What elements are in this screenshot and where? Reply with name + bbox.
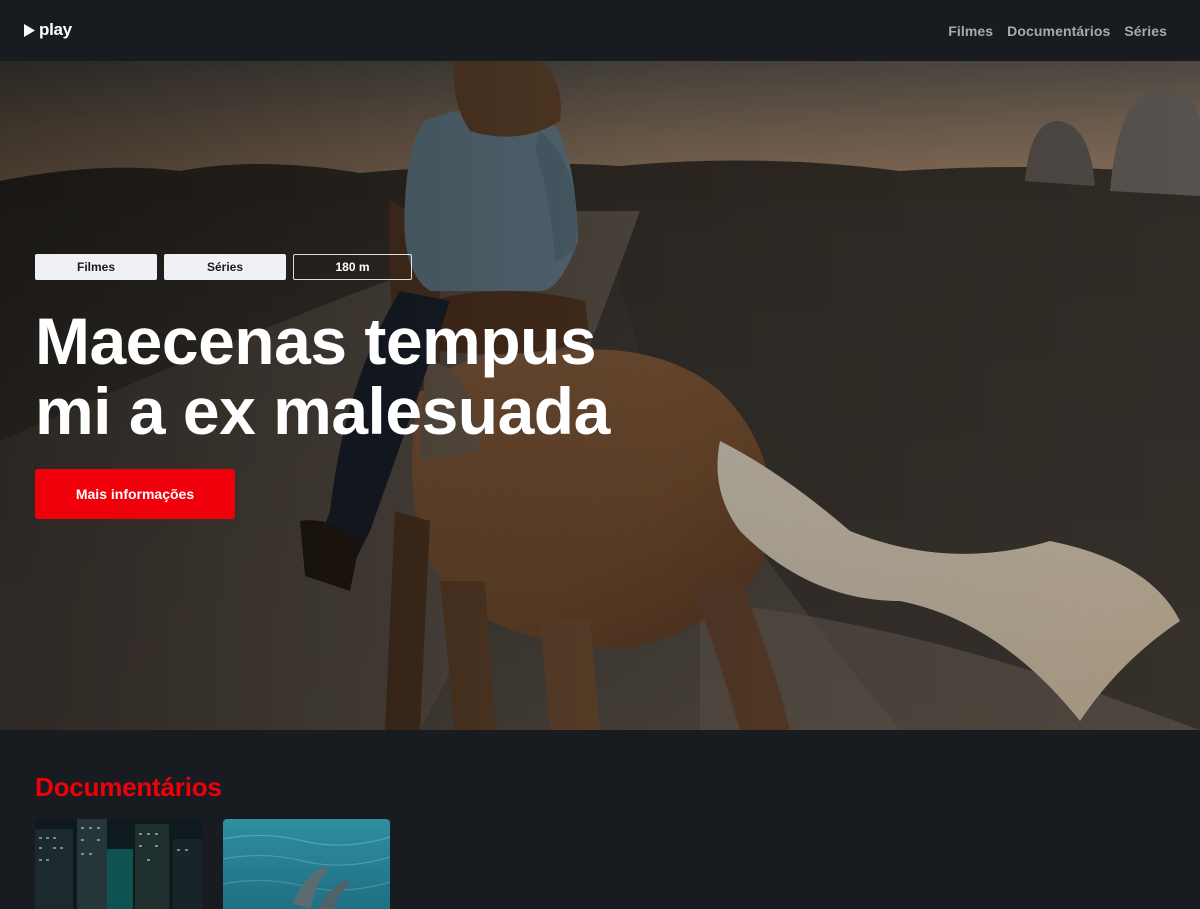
card-city[interactable]: [35, 819, 202, 909]
nav-link-filmes[interactable]: Filmes: [948, 23, 993, 39]
hero-title-line-2: mi a ex malesuada: [35, 374, 610, 448]
main-nav: Filmes Documentários Séries: [948, 23, 1167, 39]
card-dolphins[interactable]: [223, 819, 390, 909]
hero-banner: Filmes Séries 180 m Maecenas tempus mi a…: [0, 61, 1200, 730]
hero-content: Filmes Séries 180 m Maecenas tempus mi a…: [35, 254, 675, 519]
hero-title-line-1: Maecenas tempus: [35, 304, 597, 378]
hero-tags: Filmes Séries 180 m: [35, 254, 675, 280]
documentaries-section: Documentários: [0, 730, 1200, 909]
tag-duration: 180 m: [293, 254, 412, 280]
logo-text: play: [39, 20, 72, 39]
tag-filmes[interactable]: Filmes: [35, 254, 157, 280]
nav-link-documentarios[interactable]: Documentários: [1007, 23, 1110, 39]
top-navigation: play Filmes Documentários Séries: [0, 0, 1200, 61]
logo[interactable]: play: [24, 20, 72, 39]
dolphins-ocean-photo: [223, 819, 390, 909]
tag-series[interactable]: Séries: [164, 254, 286, 280]
city-skyscrapers-photo: [35, 819, 202, 909]
nav-link-series[interactable]: Séries: [1124, 23, 1167, 39]
hero-title: Maecenas tempus mi a ex malesuada: [35, 306, 675, 446]
play-icon: [24, 24, 35, 37]
more-info-button[interactable]: Mais informações: [35, 469, 235, 519]
section-title: Documentários: [35, 772, 222, 802]
card-row: [35, 819, 390, 909]
